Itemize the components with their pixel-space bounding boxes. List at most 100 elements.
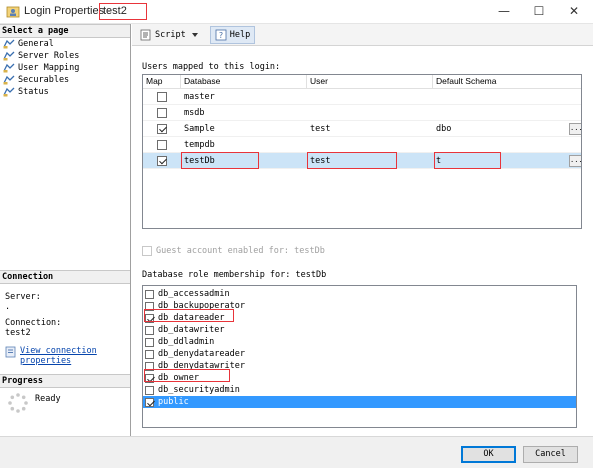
page-label: Server Roles (18, 51, 80, 61)
map-checkbox[interactable] (157, 107, 167, 118)
map-checkbox[interactable] (157, 139, 167, 150)
schema-value: dbo (436, 123, 452, 134)
guest-account-checkbox: Guest account enabled for: testDb (142, 246, 325, 256)
role-checkbox[interactable] (145, 289, 154, 299)
col-user[interactable]: User (307, 75, 433, 88)
select-page-header: Select a page (0, 24, 130, 38)
map-checkbox[interactable] (157, 123, 167, 134)
schema-cell[interactable] (433, 137, 581, 153)
table-row[interactable]: master (143, 89, 581, 105)
col-map[interactable]: Map (143, 75, 181, 88)
role-checkbox[interactable] (145, 397, 154, 407)
page-user-mapping[interactable]: User Mapping (0, 62, 130, 74)
user-cell[interactable] (307, 105, 433, 121)
page-list: General Server Roles User Mapping Secura… (0, 38, 130, 98)
page-status[interactable]: Status (0, 86, 130, 98)
role-checkbox[interactable] (145, 349, 154, 359)
page-label: General (18, 39, 54, 49)
highlight-user (307, 152, 397, 169)
window-title: Login Properties - (24, 5, 111, 17)
highlight-db-owner (144, 369, 230, 382)
role-item[interactable]: db_denydatareader (143, 348, 576, 360)
role-item-selected[interactable]: public (143, 396, 576, 408)
role-checkbox[interactable] (145, 337, 154, 347)
page-label: Securables (18, 75, 70, 85)
page-label: Status (18, 87, 49, 97)
progress-header: Progress (0, 374, 130, 388)
left-pane: Select a page General Server Roles User … (0, 24, 131, 436)
connection-properties-icon (5, 346, 16, 358)
schema-cell[interactable] (433, 89, 581, 105)
table-row[interactable]: tempdb (143, 137, 581, 153)
role-label: db_securityadmin (158, 385, 240, 395)
schema-cell[interactable] (433, 105, 581, 121)
page-securables[interactable]: Securables (0, 74, 130, 86)
view-connection-link-line2[interactable]: properties (20, 356, 97, 366)
connection-header: Connection (0, 270, 130, 284)
cancel-button[interactable]: Cancel (523, 446, 578, 463)
page-label: User Mapping (18, 63, 80, 73)
role-label: public (158, 397, 189, 407)
view-connection-link-line1[interactable]: View connection (20, 346, 97, 356)
role-item[interactable]: db_ddladmin (143, 336, 576, 348)
user-cell[interactable] (307, 89, 433, 105)
connection-section: Connection Server: . Connection: test2 V… (0, 270, 130, 366)
script-button[interactable]: Script (136, 26, 206, 44)
database-cell: msdb (184, 107, 205, 118)
script-icon (140, 29, 151, 40)
progress-status: Ready (35, 394, 61, 404)
map-checkbox[interactable] (157, 155, 167, 166)
minimize-button[interactable]: — (487, 0, 521, 24)
user-cell[interactable]: test (307, 121, 433, 137)
toolbar: Script ? Help (132, 24, 593, 46)
role-item[interactable]: db_securityadmin (143, 384, 576, 396)
map-checkbox[interactable] (157, 91, 167, 102)
role-label: db_denydatareader (158, 349, 245, 359)
ok-button[interactable]: OK (461, 446, 516, 463)
role-label: db_ddladmin (158, 337, 215, 347)
connection-value: test2 (5, 328, 31, 338)
chevron-down-icon[interactable] (191, 32, 199, 38)
role-label: db_accessadmin (158, 289, 230, 299)
role-item[interactable]: db_accessadmin (143, 288, 576, 300)
page-icon (3, 87, 15, 97)
server-value: . (5, 302, 11, 312)
user-cell[interactable] (307, 137, 433, 153)
page-icon (3, 39, 15, 49)
page-icon (3, 75, 15, 85)
view-connection-link[interactable]: View connection properties (0, 346, 130, 366)
svg-text:?: ? (219, 31, 223, 40)
maximize-button[interactable]: ☐ (522, 0, 556, 24)
help-icon: ? (215, 29, 227, 40)
role-label: db_datawriter (158, 325, 225, 335)
schema-cell[interactable]: dbo ... (433, 121, 581, 137)
page-general[interactable]: General (0, 38, 130, 50)
database-cell: master (184, 91, 215, 102)
database-cell: tempdb (184, 139, 215, 150)
users-mapped-label: Users mapped to this login: (142, 62, 281, 72)
role-membership-list: db_accessadmin db_backupoperator db_data… (142, 285, 577, 428)
schema-browse-button[interactable]: ... (569, 122, 581, 135)
schema-browse-button[interactable]: ... (569, 154, 581, 167)
guest-checkbox-box (142, 246, 152, 256)
close-button[interactable]: ✕ (557, 0, 591, 24)
help-button[interactable]: ? Help (209, 25, 256, 44)
page-icon (3, 51, 15, 61)
title-bar: Login Properties - test2 — ☐ ✕ (0, 0, 593, 24)
database-cell: Sample (184, 123, 215, 134)
user-mapping-grid: Map Database User Default Schema master … (142, 74, 582, 229)
page-server-roles[interactable]: Server Roles (0, 50, 130, 62)
highlight-database (181, 152, 259, 169)
col-database[interactable]: Database (181, 75, 307, 88)
table-row[interactable]: msdb (143, 105, 581, 121)
footer: OK Cancel (0, 436, 593, 468)
help-label: Help (229, 29, 251, 40)
connection-label: Connection: (5, 318, 62, 328)
role-checkbox[interactable] (145, 385, 154, 395)
progress-section: Progress Ready (0, 374, 130, 414)
role-item[interactable]: db_datawriter (143, 324, 576, 336)
highlight-schema (434, 152, 501, 169)
col-default-schema[interactable]: Default Schema (433, 75, 581, 88)
table-row[interactable]: Sample test dbo ... (143, 121, 581, 137)
role-checkbox[interactable] (145, 325, 154, 335)
